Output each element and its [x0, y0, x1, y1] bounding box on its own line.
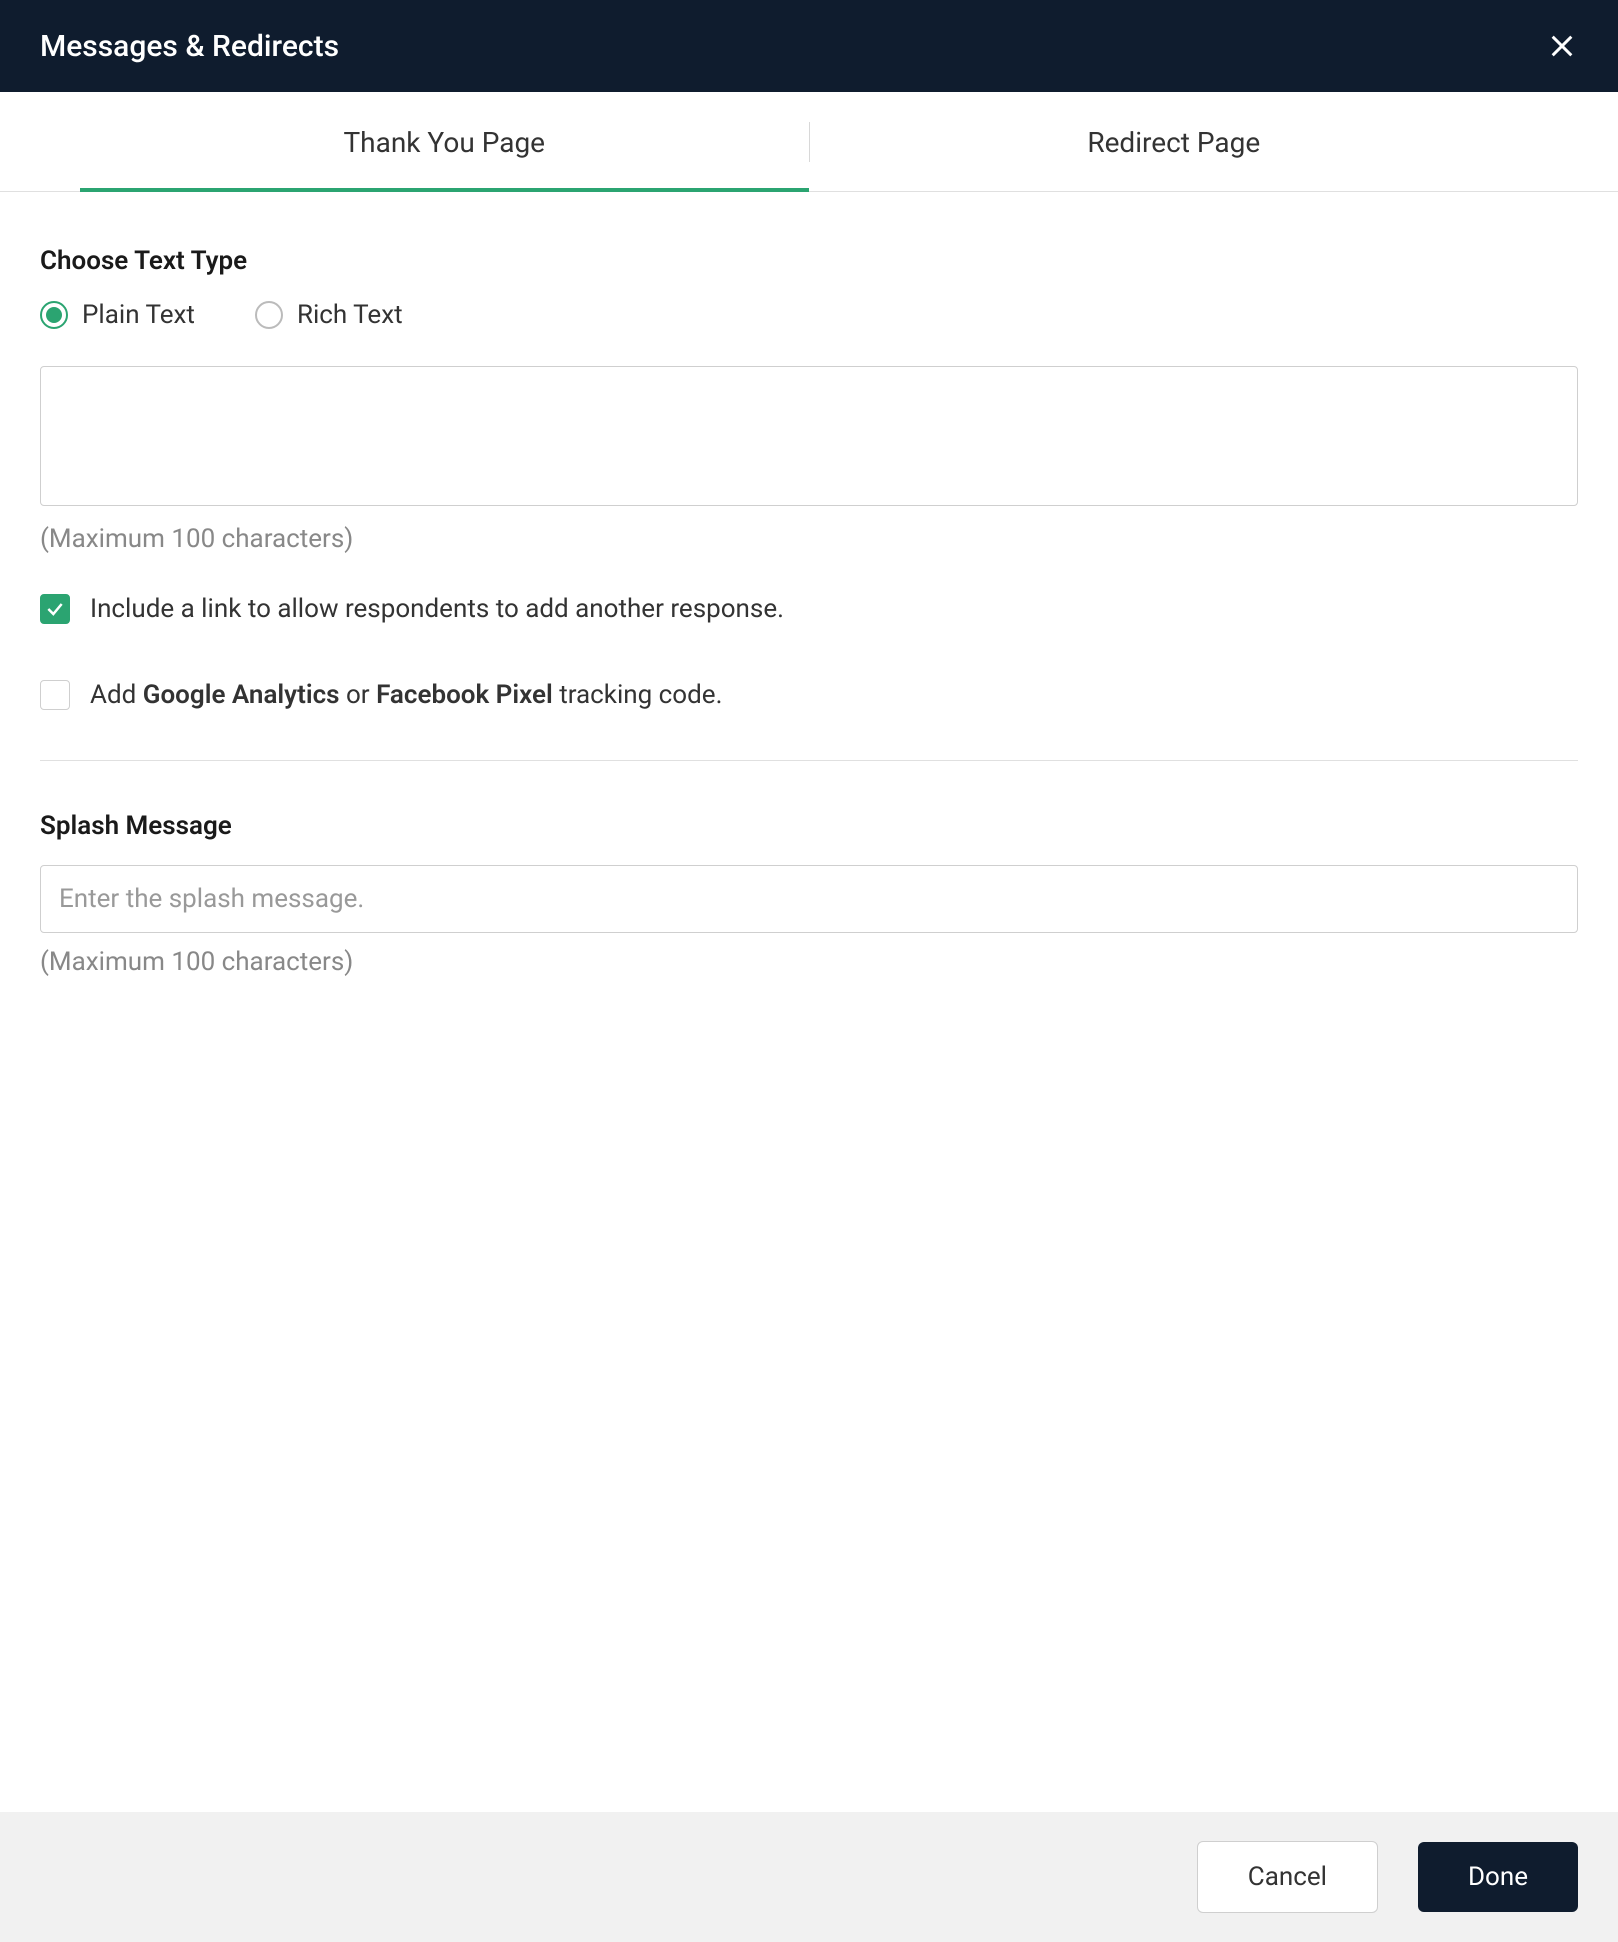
- checkbox-row-tracking: Add Google Analytics or Facebook Pixel t…: [40, 680, 1578, 710]
- checkbox-tracking-label: Add Google Analytics or Facebook Pixel t…: [90, 680, 722, 710]
- splash-helper-text: (Maximum 100 characters): [40, 947, 1578, 977]
- modal-header: Messages & Redirects: [0, 0, 1618, 92]
- splash-section: Splash Message (Maximum 100 characters): [40, 811, 1578, 977]
- radio-rich-text[interactable]: Rich Text: [255, 300, 403, 330]
- close-icon: [1548, 32, 1576, 60]
- splash-input[interactable]: [40, 865, 1578, 933]
- cancel-button[interactable]: Cancel: [1197, 1841, 1378, 1913]
- checkbox-row-include-link: Include a link to allow respondents to a…: [40, 594, 1578, 624]
- close-button[interactable]: [1546, 30, 1578, 62]
- section-divider: [40, 760, 1578, 761]
- checkbox-tracking-code[interactable]: [40, 680, 70, 710]
- message-textarea[interactable]: [40, 366, 1578, 506]
- modal-footer: Cancel Done: [0, 1812, 1618, 1942]
- tab-bar: Thank You Page Redirect Page: [0, 92, 1618, 192]
- tracking-mid: or: [340, 680, 377, 710]
- radio-rich-label: Rich Text: [297, 300, 403, 330]
- message-helper-text: (Maximum 100 characters): [40, 524, 1578, 554]
- done-button[interactable]: Done: [1418, 1842, 1578, 1912]
- tab-redirect[interactable]: Redirect Page: [810, 92, 1539, 191]
- checkbox-include-link-label: Include a link to allow respondents to a…: [90, 594, 784, 624]
- checkbox-include-link[interactable]: [40, 594, 70, 624]
- tab-thank-you[interactable]: Thank You Page: [80, 92, 809, 191]
- tracking-bold-ga: Google Analytics: [143, 680, 340, 710]
- content-area: Choose Text Type Plain Text Rich Text (M…: [0, 192, 1618, 1812]
- text-type-radio-group: Plain Text Rich Text: [40, 300, 1578, 330]
- radio-plain-text[interactable]: Plain Text: [40, 300, 195, 330]
- radio-circle-icon: [255, 301, 283, 329]
- tracking-suffix: tracking code.: [553, 680, 723, 710]
- modal-title: Messages & Redirects: [40, 29, 339, 64]
- radio-circle-icon: [40, 301, 68, 329]
- text-type-label: Choose Text Type: [40, 246, 1578, 276]
- check-icon: [45, 599, 65, 619]
- radio-plain-label: Plain Text: [82, 300, 195, 330]
- tracking-prefix: Add: [90, 680, 143, 710]
- tracking-bold-fb: Facebook Pixel: [376, 680, 553, 710]
- splash-label: Splash Message: [40, 811, 1578, 841]
